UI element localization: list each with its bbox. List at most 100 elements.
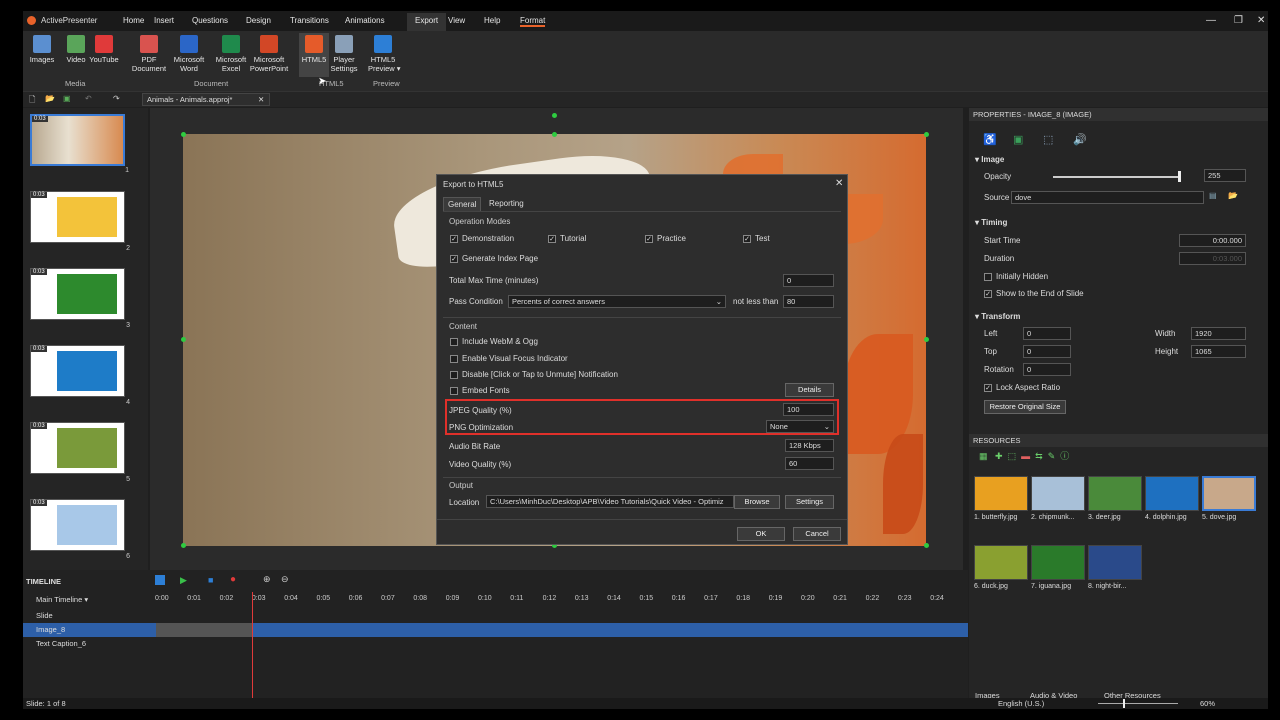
mode-demonstration-checkbox[interactable]: ✓ Demonstration (450, 234, 514, 243)
pass-condition-select[interactable]: Percents of correct answers ⌄ (508, 295, 726, 308)
resize-handle[interactable] (181, 337, 186, 342)
height-input[interactable]: 1065 (1191, 345, 1246, 358)
audio-bit-rate-select[interactable]: 128 Kbps (785, 439, 834, 452)
menu-view[interactable]: View (448, 16, 465, 25)
menu-home[interactable]: Home (123, 16, 144, 25)
properties-audio-icon[interactable]: 🔊 (1073, 133, 1087, 146)
close-tab-icon[interactable]: ✕ (258, 95, 264, 104)
browse-button[interactable]: Browse (734, 495, 780, 509)
tab-reporting[interactable]: Reporting (485, 197, 528, 210)
location-input[interactable]: C:\Users\MinhDuc\Desktop\APB\Video Tutor… (486, 495, 734, 508)
image-8-track-bar[interactable] (156, 623, 252, 637)
rotation-input[interactable]: 0 (1023, 363, 1071, 376)
restore-original-size-button[interactable]: Restore Original Size (984, 400, 1066, 414)
resource-thumbnail[interactable] (1202, 476, 1256, 511)
browse-folder-icon[interactable]: 📂 (1228, 191, 1238, 200)
source-input[interactable]: dove (1011, 191, 1204, 204)
embed-fonts-checkbox[interactable]: Embed Fonts (450, 386, 510, 395)
zoom-out-icon[interactable]: ⊖ (281, 574, 289, 585)
jpeg-quality-input[interactable]: 100 (783, 403, 834, 416)
view-grid-icon[interactable]: ▦ (979, 451, 988, 461)
images-button[interactable]: Images (27, 33, 57, 64)
generate-index-checkbox[interactable]: ✓ Generate Index Page (450, 254, 538, 263)
menu-export[interactable]: Export (407, 13, 447, 31)
youtube-button[interactable]: YouTube (89, 33, 119, 64)
html5-button[interactable]: HTML5 Preview ▾ (368, 33, 401, 73)
settings-button[interactable]: Settings (785, 495, 834, 509)
resource-thumbnail[interactable] (1031, 476, 1085, 511)
resource-thumbnail[interactable] (974, 545, 1028, 580)
minimize-icon[interactable]: — (1206, 15, 1216, 26)
add-resource-icon[interactable]: ✚ (995, 451, 1003, 461)
microsoft-button[interactable]: Microsoft Excel (211, 33, 251, 73)
rotate-handle[interactable] (552, 113, 557, 118)
top-input[interactable]: 0 (1023, 345, 1071, 358)
opacity-slider[interactable] (1053, 176, 1181, 178)
slide-thumbnail[interactable]: 0:03 4 (30, 345, 130, 406)
initially-hidden-checkbox[interactable]: Initially Hidden (984, 272, 1048, 281)
open-icon[interactable]: 📂 (45, 94, 55, 103)
include-webm-checkbox[interactable]: Include WebM & Ogg (450, 337, 538, 346)
zoom-slider-thumb[interactable] (1123, 699, 1125, 708)
microsoft-button[interactable]: Microsoft Word (169, 33, 209, 73)
lock-aspect-checkbox[interactable]: ✓ Lock Aspect Ratio (984, 383, 1060, 392)
transform-section[interactable]: ▾ Transform (975, 312, 1020, 321)
mode-practice-checkbox[interactable]: ✓ Practice (645, 234, 686, 243)
new-icon[interactable]: 🗋 (29, 94, 35, 108)
slide-thumbnail[interactable]: 0:03 3 (30, 268, 130, 329)
properties-size-icon[interactable]: ▣ (1013, 133, 1023, 146)
document-tab[interactable]: Animals - Animals.approj* ✕ (142, 93, 270, 106)
resource-thumbnail[interactable] (1088, 545, 1142, 580)
undo-icon[interactable]: ↶ (85, 94, 92, 103)
menu-help[interactable]: Help (484, 16, 500, 25)
mode-tutorial-checkbox[interactable]: ✓ Tutorial (548, 234, 586, 243)
restore-icon[interactable]: ❐ (1234, 15, 1243, 26)
ok-button[interactable]: OK (737, 527, 785, 541)
timeline-row[interactable]: Slide (23, 609, 968, 623)
import-icon[interactable]: ⬚ (1008, 451, 1017, 461)
resize-handle[interactable] (181, 543, 186, 548)
main-timeline-select[interactable]: Main Timeline ▾ (36, 595, 88, 604)
menu-insert[interactable]: Insert (154, 16, 174, 25)
slide-thumbnail[interactable]: 0:03 1 (30, 114, 129, 174)
timeline-row[interactable]: Text Caption_6 (23, 637, 968, 651)
pdf-button[interactable]: PDF Document (129, 33, 169, 73)
remove-icon[interactable]: ▬ (1021, 451, 1030, 461)
opacity-input[interactable]: 255 (1204, 169, 1246, 182)
show-to-end-checkbox[interactable]: ✓ Show to the End of Slide (984, 289, 1084, 298)
png-optimization-select[interactable]: None ⌄ (766, 420, 834, 433)
left-input[interactable]: 0 (1023, 327, 1071, 340)
html5-button[interactable]: HTML5 (299, 33, 329, 77)
playhead[interactable] (252, 592, 253, 698)
resource-thumbnail[interactable] (1031, 545, 1085, 580)
resource-thumbnail[interactable] (1145, 476, 1199, 511)
dialog-close-icon[interactable]: ✕ (835, 178, 843, 189)
properties-general-icon[interactable]: ♿ (983, 133, 997, 146)
redo-icon[interactable]: ↷ (113, 94, 120, 103)
video-button[interactable]: Video (61, 33, 91, 64)
zoom-slider[interactable] (1098, 703, 1178, 704)
resource-thumbnail[interactable] (1088, 476, 1142, 511)
image-section[interactable]: ▾ Image (975, 155, 1004, 164)
menu-transitions[interactable]: Transitions (290, 16, 329, 25)
record-icon[interactable]: ● (230, 574, 236, 585)
edit-icon[interactable]: ✎ (1048, 451, 1056, 461)
total-max-time-input[interactable]: 0 (783, 274, 834, 287)
resize-handle[interactable] (924, 337, 929, 342)
pass-value-input[interactable]: 80 (783, 295, 834, 308)
save-icon[interactable]: ▣ (63, 94, 71, 103)
width-input[interactable]: 1920 (1191, 327, 1246, 340)
video-quality-input[interactable]: 60 (785, 457, 834, 470)
resize-handle[interactable] (924, 543, 929, 548)
menu-design[interactable]: Design (246, 16, 271, 25)
microsoft-button[interactable]: Microsoft PowerPoint (249, 33, 289, 73)
info-icon[interactable]: ⓘ (1060, 451, 1069, 461)
start-time-input[interactable]: 0:00.000 (1179, 234, 1246, 247)
play-icon[interactable]: ▶ (180, 575, 187, 586)
mode-test-checkbox[interactable]: ✓ Test (743, 234, 770, 243)
zoom-in-icon[interactable]: ⊕ (263, 574, 271, 585)
slide-thumbnail[interactable]: 0:03 6 (30, 499, 130, 560)
replace-image-icon[interactable]: ▤ (1209, 191, 1217, 200)
slide-thumbnail[interactable]: 0:03 2 (30, 191, 130, 252)
menu-questions[interactable]: Questions (192, 16, 228, 25)
